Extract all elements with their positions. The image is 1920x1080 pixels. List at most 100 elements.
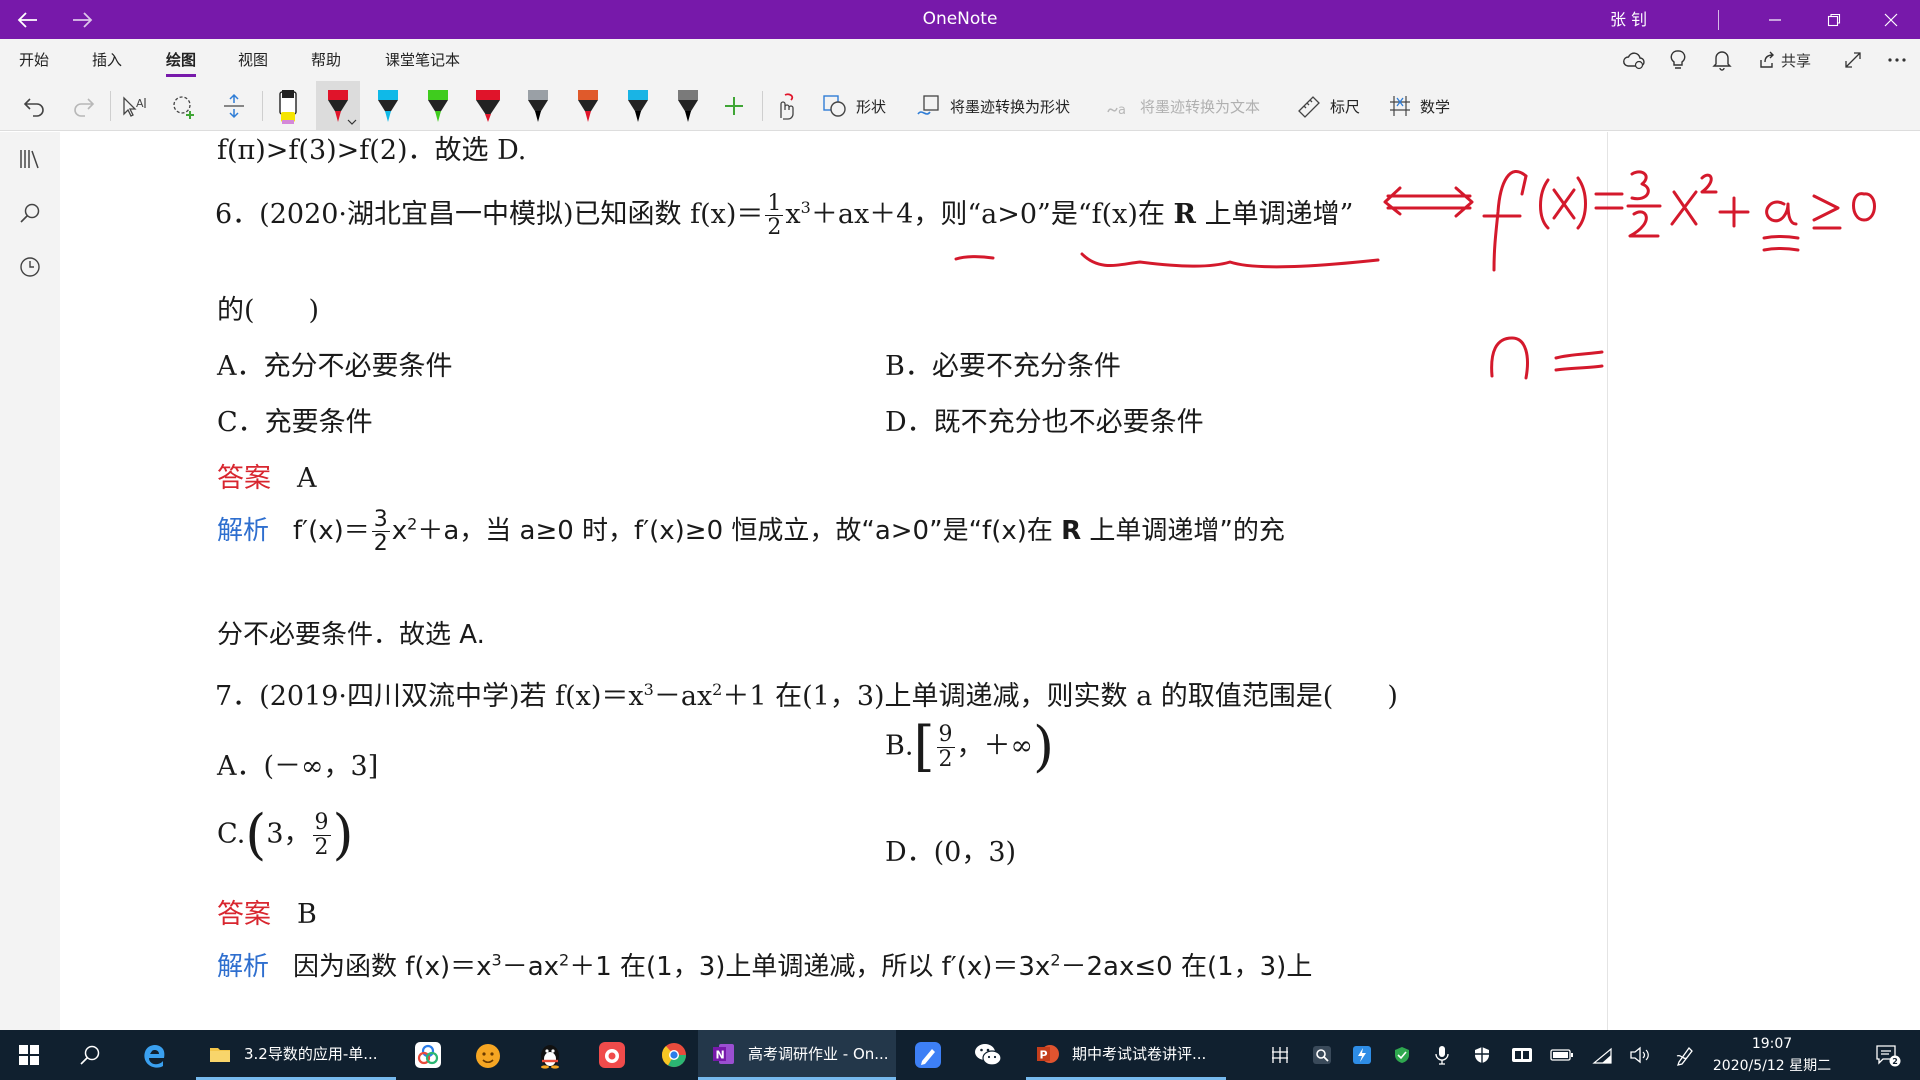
svg-text:a: a [1118,103,1126,118]
pen-tool-highlighter-yellow[interactable] [266,81,310,131]
tray-battery[interactable] [1548,1030,1576,1080]
fullscreen-button[interactable] [1836,39,1870,81]
tray-lightning-app[interactable] [1348,1030,1376,1080]
redo-button[interactable] [64,81,104,131]
add-pen-button[interactable] [714,81,754,131]
clock-date: 2020/5/12 星期二 [1712,1058,1832,1074]
share-button[interactable]: 共享 [1752,39,1818,81]
taskbar-app-2[interactable] [460,1030,516,1080]
tray-defender[interactable] [1468,1030,1496,1080]
ink-frac-den [1628,210,1660,238]
tray-pen-workspace[interactable] [1672,1030,1700,1080]
ink-to-text-icon: a [1107,103,1126,118]
add-space-button[interactable] [214,81,254,131]
cloud-sync-icon [1623,52,1645,70]
search-button[interactable] [0,188,60,238]
taskbar-chrome[interactable] [646,1030,702,1080]
pen-tool-pen-red-selected[interactable] [316,81,360,131]
notification-count: 2 [1892,1057,1898,1066]
math-button[interactable]: 数学 [1388,81,1450,131]
ink-to-shape-button[interactable]: 将墨迹转换为形状 [916,81,1070,131]
taskbar-app-1[interactable] [400,1030,456,1080]
tell-me-button[interactable] [1660,39,1696,81]
tab-home[interactable]: 开始 [19,39,49,81]
taskbar-explorer-window[interactable]: 3.2导数的应用-单... [196,1030,396,1080]
fraction-nine-halves: 92 [936,722,955,772]
tab-insert[interactable]: 插入 [92,39,122,81]
minimize-button[interactable] [1746,0,1804,39]
close-button[interactable] [1862,0,1920,39]
tray-dual-screen[interactable] [1508,1030,1536,1080]
tray-volume[interactable] [1626,1030,1654,1080]
question-6-analysis: 解析 f′(x)＝ 3 2 x2＋a，当 a≥0 时，f′(x)≥0 恒成立，故“a>0… [217,507,1285,557]
pen-tool-pen-cyan-2[interactable] [616,81,660,131]
taskbar-app-3[interactable] [584,1030,640,1080]
keyboard-grid-icon [1272,1047,1288,1063]
lasso-button[interactable] [164,81,204,131]
tray-security[interactable] [1388,1030,1416,1080]
question-6-stem: 6．(2020·湖北宜昌一中模拟)已知函数 f(x)＝ 1 2 x3＋ax＋4，则“a… [215,191,1354,241]
math-label: 数学 [1420,97,1451,116]
recent-notes-button[interactable] [0,242,60,292]
taskbar-edge[interactable] [126,1030,182,1080]
notebooks-button[interactable] [0,134,60,184]
tab-help[interactable]: 帮助 [311,39,341,81]
more-icon [1888,58,1906,62]
navigation-rail [0,132,60,1030]
back-button[interactable] [4,0,52,39]
user-name[interactable]: 张 钊 [1610,0,1647,39]
undo-icon [23,98,44,117]
pen-icon [428,90,448,122]
start-button[interactable] [0,1030,58,1080]
draw-with-touch-button[interactable] [764,81,808,131]
clock-icon [20,257,40,277]
question-7-source: 四川双流中学 [347,681,510,712]
taskbar-powerpoint-window[interactable]: P 期中考试试卷讲评... [1026,1030,1226,1080]
ruler-button[interactable]: 标尺 [1296,81,1360,131]
ink-a [1765,200,1798,226]
lightbulb-icon [1670,50,1686,69]
tab-class-notebook[interactable]: 课堂笔记本 [385,39,460,81]
more-options-button[interactable] [1880,39,1914,81]
action-center-button[interactable]: 2 [1870,1030,1906,1080]
forward-button[interactable] [58,0,106,39]
camera-app-icon [599,1042,625,1068]
pen-tool-pen-green[interactable] [416,81,460,131]
pen-icon [578,90,598,122]
pen-tool-marker-red[interactable] [466,81,510,131]
taskbar-search-button[interactable] [62,1030,118,1080]
shapes-button[interactable]: 形状 [822,81,886,131]
restore-icon [1827,13,1841,26]
undo-button[interactable] [14,81,54,131]
notifications-button[interactable] [1704,39,1740,81]
note-page[interactable]: f(π)>f(3)>f(2)．故选 D. 6．(2020·湖北宜昌一中模拟)已知… [60,132,1920,1030]
restore-button[interactable] [1805,0,1863,39]
math-icon [1390,96,1410,116]
tray-microphone[interactable] [1428,1030,1456,1080]
folder-icon [206,1040,234,1068]
tray-search-app[interactable] [1308,1030,1336,1080]
pen-tool-pen-silver[interactable] [516,81,560,131]
pen-tool-pen-cyan[interactable] [366,81,410,131]
windows-logo-icon [19,1045,39,1065]
taskbar-qq[interactable] [522,1030,578,1080]
app-icon-multicolor [415,1042,441,1068]
pen-icon [378,90,398,122]
sync-status-button[interactable] [1616,39,1652,81]
tray-input-method[interactable] [1266,1030,1294,1080]
arrow-left-icon [17,11,37,28]
tray-wifi[interactable] [1588,1030,1616,1080]
taskbar-wechat[interactable] [960,1030,1016,1080]
tab-view[interactable]: 视图 [238,39,268,81]
defender-shield-icon [1475,1047,1489,1063]
pen-tool-pen-galaxy[interactable] [666,81,710,131]
tab-draw[interactable]: 绘图 [166,39,197,81]
taskbar-onenote-window[interactable]: N 高考调研作业 - On... [698,1030,896,1080]
pen-tool-pen-rainbow[interactable] [566,81,610,131]
shapes-icon [823,95,846,117]
taskbar-app-4[interactable] [900,1030,956,1080]
ink-to-text-button[interactable]: a 将墨迹转换为文本 [1106,81,1260,131]
lasso-select-button[interactable]: A [114,81,154,131]
ink-plus [1718,196,1750,228]
taskbar-clock[interactable]: 19:07 2020/5/12 星期二 [1712,1030,1832,1080]
